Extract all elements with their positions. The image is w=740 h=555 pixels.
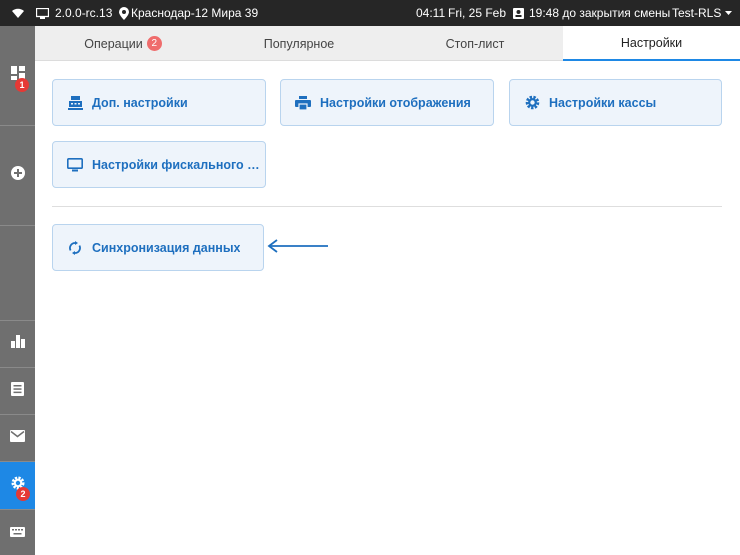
- sidebar-item-messages[interactable]: [0, 415, 35, 462]
- card-label: Доп. настройки: [92, 95, 188, 110]
- pointer-arrow-icon: [267, 239, 328, 253]
- dashboard-badge: 1: [15, 78, 29, 92]
- section-divider: [52, 206, 722, 207]
- sidebar: 1 2: [0, 26, 35, 555]
- cash-register-icon: [66, 94, 84, 112]
- bar-chart-icon: [10, 335, 25, 353]
- display-settings-button[interactable]: Настройки отображения: [280, 79, 494, 126]
- list-icon: [11, 381, 24, 401]
- data-sync-button[interactable]: Синхронизация данных: [52, 224, 264, 271]
- tab-operations[interactable]: Операции 2: [35, 26, 211, 61]
- extra-settings-button[interactable]: Доп. настройки: [52, 79, 266, 126]
- sidebar-item-keyboard[interactable]: [0, 510, 35, 555]
- store-location: Краснодар-12 Мира 39: [131, 6, 259, 20]
- card-label: Настройки отображения: [320, 95, 471, 110]
- printer-icon: [294, 94, 312, 112]
- keyboard-icon: [10, 524, 25, 542]
- tab-bar: Операции 2 Популярное Стоп-лист Настройк…: [35, 26, 740, 61]
- sidebar-empty-slot: [0, 226, 35, 321]
- wifi-icon: [11, 0, 25, 26]
- gear-icon: [523, 94, 541, 112]
- shift-timer: 19:48 до закрытия смены: [529, 6, 671, 20]
- fiscal-settings-button[interactable]: Настройки фискального пр...: [52, 141, 266, 188]
- sidebar-item-dashboard[interactable]: 1: [0, 26, 35, 126]
- status-bar: 2.0.0-rc.13 Краснодар-12 Мира 39 04:11 F…: [0, 0, 740, 26]
- sidebar-item-settings[interactable]: 2: [0, 462, 35, 510]
- tab-popular[interactable]: Популярное: [211, 26, 387, 61]
- add-circle-icon: [10, 166, 25, 185]
- monitor-icon: [66, 156, 84, 174]
- shift-badge-icon: [513, 0, 524, 26]
- tab-label: Стоп-лист: [445, 36, 505, 51]
- sync-icon: [66, 239, 84, 257]
- current-date: Fri, 25 Feb: [448, 6, 507, 20]
- clock-time: 04:11: [416, 6, 446, 20]
- chevron-down-icon: [725, 10, 733, 16]
- operations-badge: 2: [146, 36, 162, 51]
- tab-label: Популярное: [263, 36, 335, 51]
- user-menu[interactable]: Test-RLS: [672, 0, 733, 26]
- mail-icon: [10, 429, 25, 447]
- card-label: Настройки кассы: [549, 95, 657, 110]
- register-settings-button[interactable]: Настройки кассы: [509, 79, 722, 126]
- sidebar-item-reports[interactable]: [0, 321, 35, 368]
- tab-settings[interactable]: Настройки: [563, 26, 740, 61]
- settings-badge: 2: [16, 487, 30, 501]
- location-pin-icon: [119, 0, 129, 26]
- card-label: Синхронизация данных: [92, 240, 241, 255]
- monitor-icon: [36, 0, 49, 26]
- app-version: 2.0.0-rc.13: [55, 6, 113, 20]
- sidebar-item-orders[interactable]: [0, 368, 35, 415]
- tab-label: Настройки: [620, 35, 683, 50]
- sidebar-item-add[interactable]: [0, 126, 35, 226]
- card-label: Настройки фискального пр...: [92, 157, 265, 172]
- tab-stop-list[interactable]: Стоп-лист: [387, 26, 563, 61]
- tab-label: Операции: [84, 36, 143, 51]
- user-name: Test-RLS: [672, 6, 722, 20]
